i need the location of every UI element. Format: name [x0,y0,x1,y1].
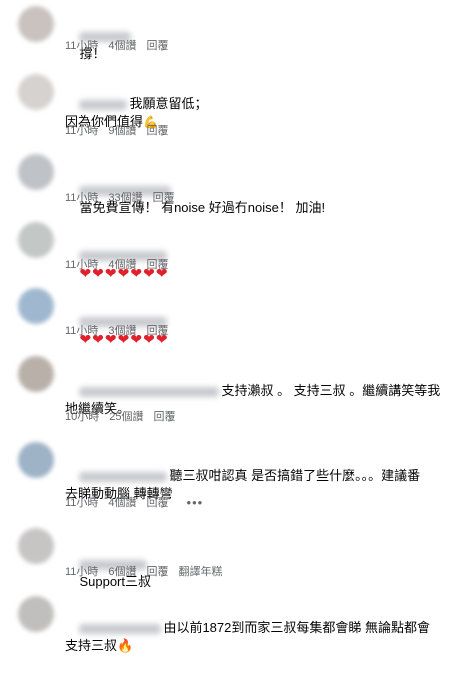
like-count[interactable]: 4個讚 [108,494,136,510]
reply-link[interactable]: 回覆 [147,494,169,510]
reply-link[interactable]: 回覆 [147,37,169,53]
comment-time[interactable]: 10小時 [65,408,99,424]
comment-time[interactable]: 11小時 [65,37,98,53]
reply-link[interactable]: 回覆 [153,189,175,205]
commenter-name-blurred[interactable] [79,99,128,110]
fire-icon: 🔥 [117,638,134,653]
comment-text: 由以前1872到而家三叔每集都會睇 無論點都會 支持三叔🔥 [65,601,451,673]
avatar[interactable] [18,596,54,632]
comment-meta: 11小時 4個讚 回覆 [65,256,169,272]
avatar[interactable] [18,442,54,478]
avatar[interactable] [18,154,54,190]
comment-meta: 11小時 4個讚 回覆 [65,37,169,53]
reply-link[interactable]: 回覆 [147,322,169,338]
comment-meta: 11小時 3個讚 回覆 [65,322,169,338]
reply-link[interactable]: 回覆 [147,122,169,138]
avatar[interactable] [18,222,54,258]
like-count[interactable]: 33個讚 [108,189,142,205]
avatar[interactable] [18,74,54,110]
comment-time[interactable]: 11小時 [65,494,98,510]
commenter-name-blurred[interactable] [79,386,220,397]
avatar[interactable] [18,528,54,564]
reply-link[interactable]: 回覆 [147,256,169,272]
comment-time[interactable]: 11小時 [65,122,98,138]
avatar[interactable] [18,356,54,392]
reply-link[interactable]: 回覆 [147,563,169,579]
commenter-name-blurred[interactable] [79,623,162,634]
translate-link[interactable]: 翻譯年糕 [179,563,223,579]
comment-meta: 11小時 33個讚 回覆 [65,189,175,205]
avatar[interactable] [18,6,54,42]
comment-time[interactable]: 11小時 [65,256,98,272]
avatar[interactable] [18,288,54,324]
comment-time[interactable]: 11小時 [65,563,98,579]
comment-text: 我願意留低； 因為你們值得💪 [65,77,451,149]
comment-meta: 11小時 6個讚 回覆 翻譯年糕 [65,563,223,579]
more-options-icon[interactable]: ••• [187,495,204,510]
reply-link[interactable]: 回覆 [154,408,176,424]
like-count[interactable]: 3個讚 [108,322,136,338]
comment-time[interactable]: 11小時 [65,189,98,205]
comment-meta: 11小時 4個讚 回覆 ••• [65,494,203,510]
comment-text: 聽三叔咁認真 是否搞錯了些什麼。。。建議番 去睇動動腦 轉轉彎 [65,449,451,521]
comment-meta: 10小時 25個讚 回覆 [65,408,176,424]
like-count[interactable]: 6個讚 [108,563,136,579]
like-count[interactable]: 4個讚 [108,256,136,272]
commenter-name-blurred[interactable] [79,471,168,482]
comment-time[interactable]: 11小時 [65,322,98,338]
comment-meta: 11小時 9個讚 回覆 [65,122,169,138]
like-count[interactable]: 25個讚 [109,408,143,424]
like-count[interactable]: 4個讚 [108,37,136,53]
like-count[interactable]: 9個讚 [108,122,136,138]
comment-text: 支持瀨叔 。 支持三叔 。繼續講笑等我 地繼續笑。 [65,364,451,436]
